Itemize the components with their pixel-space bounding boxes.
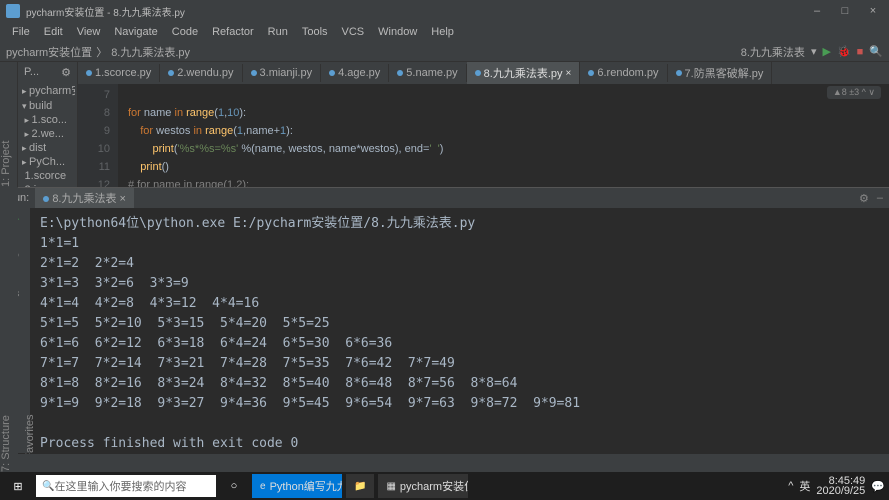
structure-tool-tab[interactable]: 7: Structure bbox=[0, 195, 12, 472]
tab-3[interactable]: 3.mianji.py bbox=[243, 64, 322, 82]
tab-4[interactable]: 4.age.py bbox=[321, 64, 389, 82]
run-settings-icon[interactable]: ⚙ bbox=[859, 192, 869, 205]
project-tree[interactable]: P... ⚙ ▸ pycharm安装位置 ▾ build ▸ 1.sco... ▸… bbox=[18, 62, 78, 187]
breadcrumb-bar: pycharm安装位置 〉 8.九九乘法表.py 8.九九乘法表 ▾ ▶ 🐞 ■… bbox=[0, 42, 889, 62]
tab-1[interactable]: 1.scorce.py bbox=[78, 64, 160, 82]
menu-tools[interactable]: Tools bbox=[296, 24, 334, 40]
menu-window[interactable]: Window bbox=[372, 24, 423, 40]
ide-status-bar bbox=[18, 454, 889, 472]
editor-tabs: 1.scorce.py 2.wendu.py 3.mianji.py 4.age… bbox=[78, 62, 889, 84]
gutter: 789101112 bbox=[78, 84, 118, 187]
tree-item[interactable]: ▸ 2.we... bbox=[20, 127, 75, 141]
console-output[interactable]: E:\python64位\python.exe E:/pycharm安装位置/8… bbox=[30, 208, 889, 453]
tray-ime[interactable]: 英 bbox=[799, 478, 810, 494]
titlebar: pycharm安装位置 - 8.九九乘法表.py – □ × bbox=[0, 0, 889, 22]
tray-chevron-icon[interactable]: ^ bbox=[788, 480, 793, 492]
menu-edit[interactable]: Edit bbox=[38, 24, 69, 40]
menu-run[interactable]: Run bbox=[262, 24, 294, 40]
run-hide-icon[interactable]: – bbox=[877, 192, 883, 205]
close-button[interactable]: × bbox=[863, 5, 883, 17]
breadcrumb-file[interactable]: 8.九九乘法表.py bbox=[111, 44, 190, 60]
stop-icon[interactable]: ■ bbox=[857, 46, 864, 58]
taskbar-app-edge[interactable]: e Python编写九九乘... bbox=[252, 474, 342, 498]
project-tool-tab[interactable]: 1: Project bbox=[0, 66, 12, 187]
taskbar-app-pycharm[interactable]: ▦ pycharm安装位置 ... bbox=[378, 474, 468, 498]
tab-6-active[interactable]: 8.九九乘法表.py × bbox=[467, 62, 581, 84]
breadcrumb-sep: 〉 bbox=[96, 44, 107, 60]
tray-notifications-icon[interactable]: 💬 bbox=[871, 480, 885, 493]
run-config-select[interactable]: 8.九九乘法表 bbox=[741, 44, 805, 60]
menu-code[interactable]: Code bbox=[166, 24, 204, 40]
tab-7[interactable]: 6.rendom.py bbox=[580, 64, 667, 82]
menu-view[interactable]: View bbox=[71, 24, 107, 40]
start-button[interactable]: ⊞ bbox=[4, 474, 32, 498]
taskbar-app-explorer[interactable]: 📁 bbox=[346, 474, 374, 498]
maximize-button[interactable]: □ bbox=[835, 5, 855, 17]
tab-2[interactable]: 2.wendu.py bbox=[160, 64, 242, 82]
menu-refactor[interactable]: Refactor bbox=[206, 24, 260, 40]
debug-button-icon[interactable]: 🐞 bbox=[837, 45, 851, 58]
tree-item[interactable]: ▸ 1.sco... bbox=[20, 113, 75, 127]
tree-item[interactable]: ▸ PyCh... bbox=[20, 155, 75, 169]
breadcrumb-project[interactable]: pycharm安装位置 bbox=[6, 44, 92, 60]
left-tool-rail: 1: Project bbox=[0, 62, 18, 187]
cortana-icon[interactable]: ○ bbox=[220, 474, 248, 498]
tree-item[interactable]: 1.scorce bbox=[20, 169, 75, 183]
tree-item[interactable]: ▸ dist bbox=[20, 141, 75, 155]
taskbar-search[interactable]: 🔍 在这里输入你要搜索的内容 bbox=[36, 475, 216, 497]
tray-clock[interactable]: 8:45:492020/9/25 bbox=[816, 476, 865, 496]
tab-5[interactable]: 5.name.py bbox=[389, 64, 466, 82]
window-title: pycharm安装位置 - 8.九九乘法表.py bbox=[26, 4, 807, 19]
menu-file[interactable]: File bbox=[6, 24, 36, 40]
project-panel-gear-icon[interactable]: ⚙ bbox=[61, 66, 71, 79]
minimize-button[interactable]: – bbox=[807, 5, 827, 17]
app-icon bbox=[6, 4, 20, 18]
menu-help[interactable]: Help bbox=[425, 24, 460, 40]
code-editor[interactable]: ▲8 ±3 ^ ∨ 789101112 for name in range(1,… bbox=[78, 84, 889, 187]
tab-8[interactable]: 7.防黑客破解.py bbox=[668, 62, 773, 84]
code-content[interactable]: for name in range(1,10): for westos in r… bbox=[118, 84, 453, 187]
run-panel: Run: 8.九九乘法表 × ⚙ – ▶ ■ ↻ ⇩ ⇆ E:\python64… bbox=[0, 187, 889, 453]
search-icon[interactable]: 🔍 bbox=[869, 45, 883, 58]
menu-navigate[interactable]: Navigate bbox=[108, 24, 163, 40]
project-panel-title: P... bbox=[24, 66, 39, 79]
left-rail-bottom: 7: Structure 2: Favorites bbox=[0, 187, 18, 472]
tree-root[interactable]: ▸ pycharm安装位置 bbox=[20, 81, 75, 99]
windows-taskbar: ⊞ 🔍 在这里输入你要搜索的内容 ○ e Python编写九九乘... 📁 ▦ … bbox=[0, 472, 889, 500]
inspection-badge[interactable]: ▲8 ±3 ^ ∨ bbox=[827, 86, 881, 99]
tree-item[interactable]: 2.ico bbox=[20, 183, 75, 187]
run-button-icon[interactable]: ▶ bbox=[822, 45, 830, 58]
menubar: File Edit View Navigate Code Refactor Ru… bbox=[0, 22, 889, 42]
tree-item[interactable]: ▾ build bbox=[20, 99, 75, 113]
chevron-down-icon[interactable]: ▾ bbox=[811, 45, 817, 58]
favorites-tool-tab[interactable]: 2: Favorites bbox=[24, 195, 36, 472]
menu-vcs[interactable]: VCS bbox=[336, 24, 371, 40]
run-tab[interactable]: 8.九九乘法表 × bbox=[35, 188, 134, 208]
